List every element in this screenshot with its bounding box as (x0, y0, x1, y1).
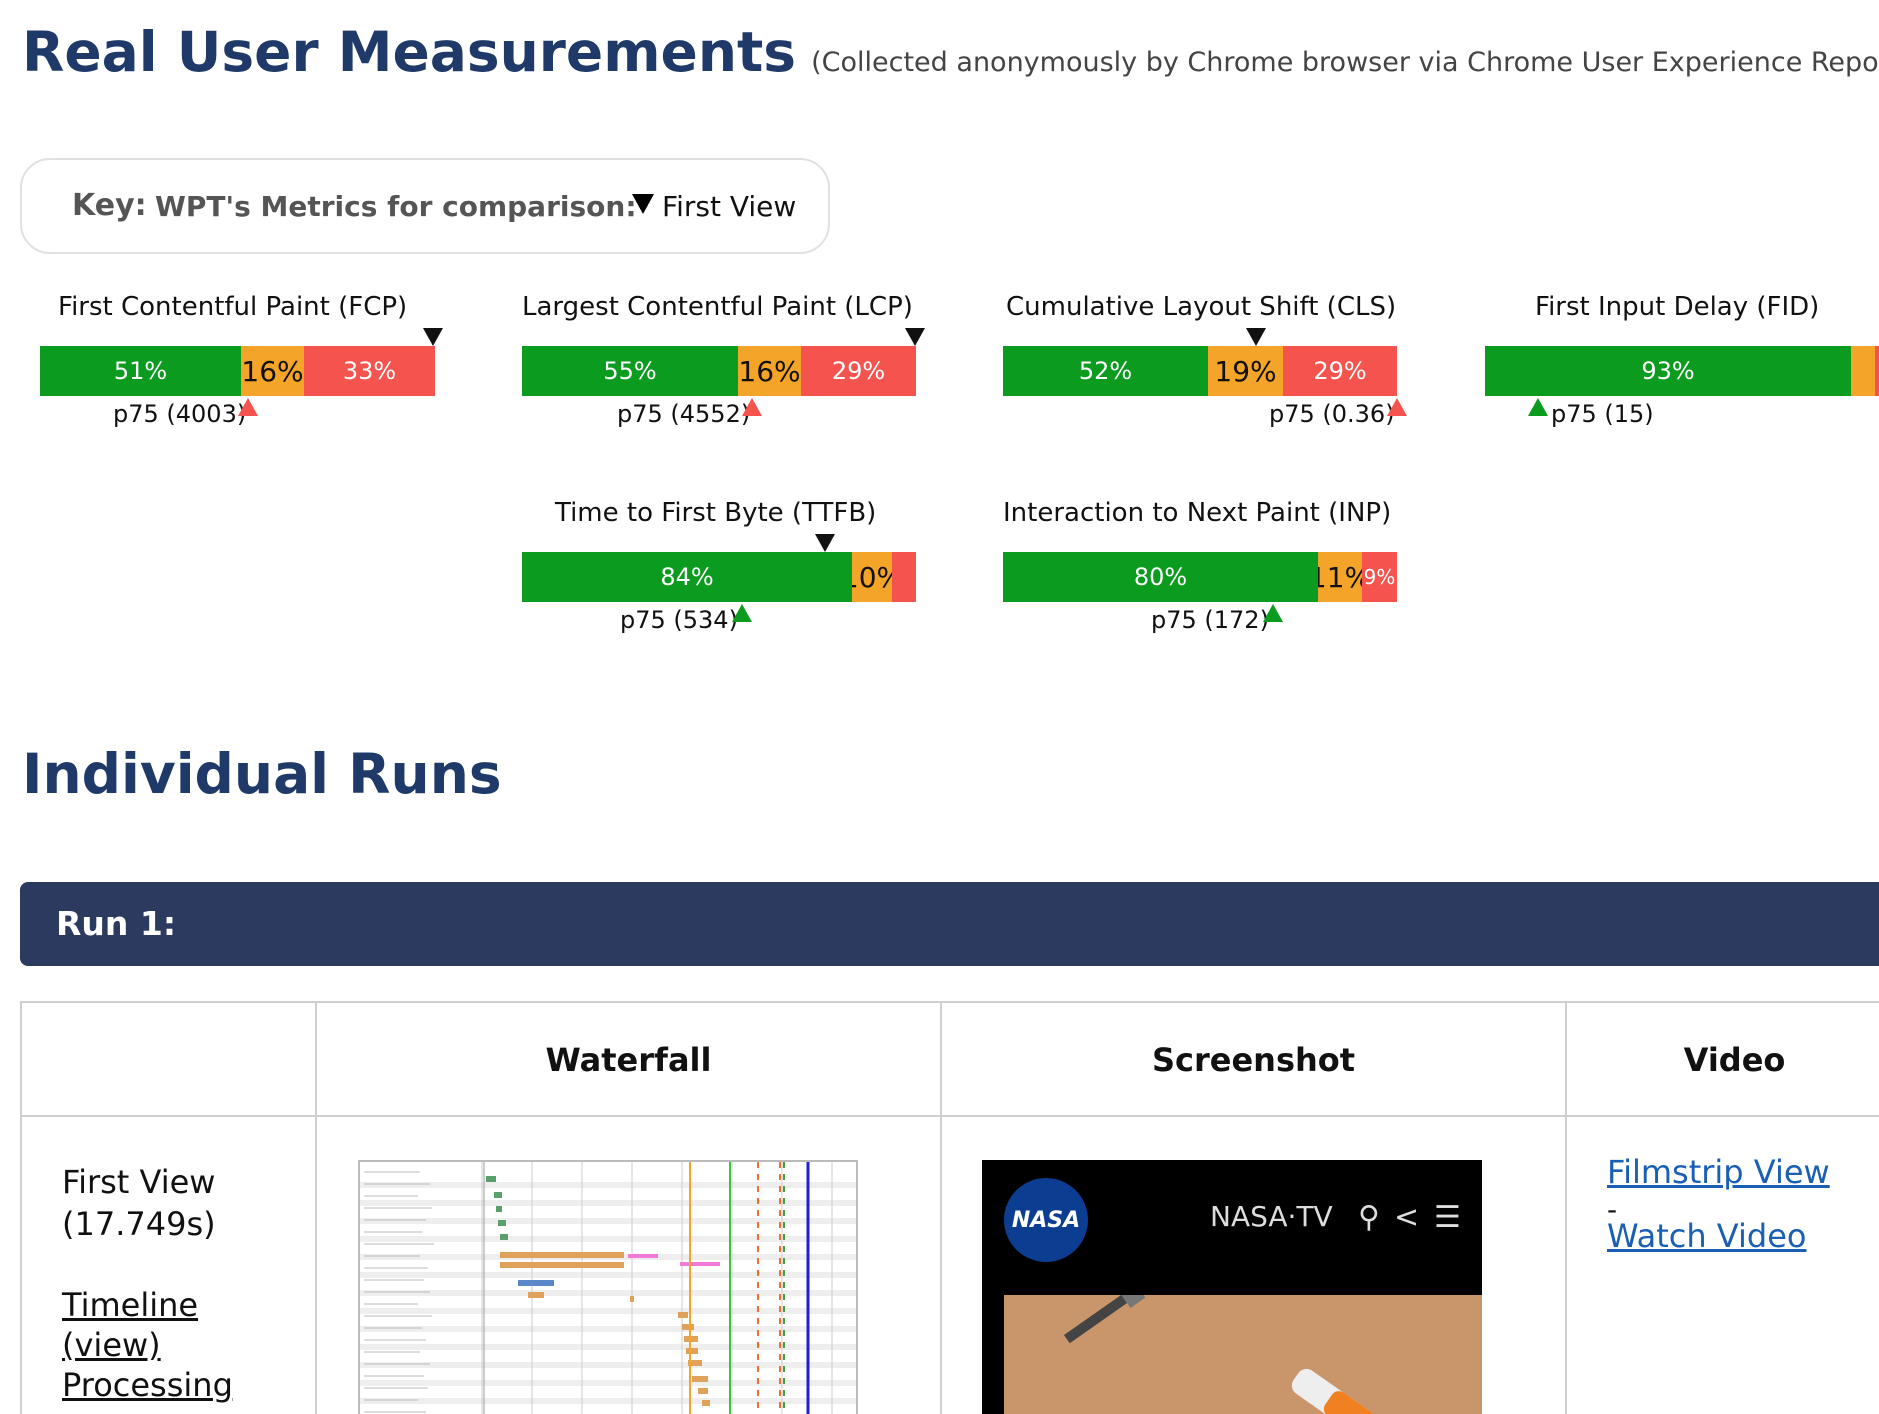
poor-segment: 29% (1283, 346, 1397, 396)
metric-title: Cumulative Layout Shift (CLS) (1006, 292, 1397, 322)
metric-title: Largest Contentful Paint (LCP) (522, 292, 913, 322)
hero-image (1004, 1250, 1482, 1414)
poor-segment: 9% (1362, 552, 1397, 602)
distribution-bar: 52% 19% 29% (1003, 346, 1397, 396)
first-view-marker-icon (423, 328, 443, 346)
metric-title: Interaction to Next Paint (INP) (1003, 498, 1392, 528)
p75-arrow-icon (732, 604, 752, 622)
metric-title: First Contentful Paint (FCP) (58, 292, 408, 322)
page-title: Real User Measurements (22, 20, 797, 84)
metric-cls: Cumulative Layout Shift (CLS) 52% 19% 29… (1003, 292, 1423, 432)
p75-arrow-icon (1528, 398, 1548, 416)
timeline-link[interactable]: Timeline (62, 1285, 198, 1325)
nasa-tv-label: NASA·TV (1210, 1200, 1333, 1233)
p75-value: p75 (172) (1151, 606, 1269, 634)
menu-icon: ☰ (1434, 1200, 1461, 1235)
first-view-label: First View (17.749s) (62, 1161, 216, 1245)
distribution-bar: 55% 16% 29% (522, 346, 916, 396)
metric-title: First Input Delay (FID) (1535, 292, 1820, 322)
key-label: Key: (72, 188, 147, 223)
distribution-bar: 93% (1485, 346, 1879, 396)
good-segment: 80% (1003, 552, 1318, 602)
metric-fid: First Input Delay (FID) 93% p75 (15) (1485, 292, 1879, 432)
needs-improvement-segment: 16% (241, 346, 304, 396)
needs-improvement-segment: 16% (738, 346, 801, 396)
p75-value: p75 (534) (620, 606, 738, 634)
column-header-waterfall: Waterfall (545, 1041, 712, 1079)
page-subtitle: (Collected anonymously by Chrome browser… (811, 47, 1879, 78)
key-text: WPT's Metrics for comparison: (155, 190, 637, 223)
metric-fcp: First Contentful Paint (FCP) 51% 16% 33%… (40, 292, 460, 432)
runs-table: Waterfall Screenshot Video First View (1… (20, 1001, 1879, 1414)
metric-lcp: Largest Contentful Paint (LCP) 55% 16% 2… (522, 292, 942, 432)
distribution-bar: 80% 11% 9% (1003, 552, 1397, 602)
screenshot-thumbnail[interactable]: NASA NASA·TV ⚲ < ☰ (982, 1160, 1482, 1414)
metric-inp: Interaction to Next Paint (INP) 80% 11% … (1003, 498, 1423, 638)
first-view-marker-icon (1246, 328, 1266, 346)
poor-segment: 29% (801, 346, 916, 396)
first-view-time: (17.749s) (62, 1205, 216, 1243)
good-segment: 55% (522, 346, 738, 396)
p75-value: p75 (15) (1551, 400, 1654, 428)
needs-improvement-segment: 19% (1208, 346, 1283, 396)
nasa-logo: NASA (1004, 1178, 1088, 1262)
good-segment: 93% (1485, 346, 1851, 396)
waterfall-graphic (360, 1162, 856, 1414)
run-label: Run 1: (56, 904, 177, 943)
metrics-key: Key: WPT's Metrics for comparison: First… (20, 158, 830, 254)
p75-arrow-icon (742, 398, 762, 416)
metric-ttfb: Time to First Byte (TTFB) 84% 10% p75 (5… (522, 498, 942, 638)
good-segment: 52% (1003, 346, 1208, 396)
p75-arrow-icon (1263, 604, 1283, 622)
rum-header: Real User Measurements (Collected anonym… (22, 20, 1879, 84)
hero-graphic (1064, 1250, 1375, 1414)
share-icon: < (1394, 1200, 1420, 1235)
p75-value: p75 (4552) (617, 400, 751, 428)
first-view-marker-icon (815, 534, 835, 552)
metric-title: Time to First Byte (TTFB) (555, 498, 877, 528)
poor-segment (1875, 346, 1879, 396)
run-header-bar: Run 1: (20, 882, 1879, 966)
individual-runs-title: Individual Runs (22, 742, 502, 806)
watch-video-link[interactable]: Watch Video (1607, 1217, 1806, 1255)
nasa-logo-text: NASA (1011, 1207, 1081, 1233)
poor-segment (892, 552, 916, 602)
p75-arrow-icon (238, 398, 258, 416)
timeline-view-link[interactable]: (view) (62, 1325, 161, 1365)
poor-segment: 33% (304, 346, 435, 396)
p75-value: p75 (4003) (113, 400, 247, 428)
key-first-view: First View (662, 190, 797, 223)
good-segment: 84% (522, 552, 852, 602)
column-header-video: Video (1683, 1041, 1786, 1079)
p75-value: p75 (0.36) (1269, 400, 1395, 428)
first-view-text: First View (62, 1163, 216, 1201)
good-segment: 51% (40, 346, 241, 396)
p75-arrow-icon (1387, 398, 1407, 416)
needs-improvement-segment (1851, 346, 1875, 396)
waterfall-thumbnail[interactable] (358, 1160, 858, 1414)
search-icon: ⚲ (1358, 1200, 1380, 1235)
processing-link[interactable]: Processing (62, 1365, 233, 1405)
needs-improvement-segment: 11% (1318, 552, 1362, 602)
distribution-bar: 51% 16% 33% (40, 346, 435, 396)
row-divider (22, 1115, 1879, 1117)
needs-improvement-segment: 10% (852, 552, 892, 602)
distribution-bar: 84% 10% (522, 552, 916, 602)
first-view-marker-icon (632, 194, 654, 214)
column-header-screenshot: Screenshot (1151, 1041, 1356, 1079)
first-view-marker-icon (905, 328, 925, 346)
filmstrip-view-link[interactable]: Filmstrip View (1607, 1153, 1830, 1191)
